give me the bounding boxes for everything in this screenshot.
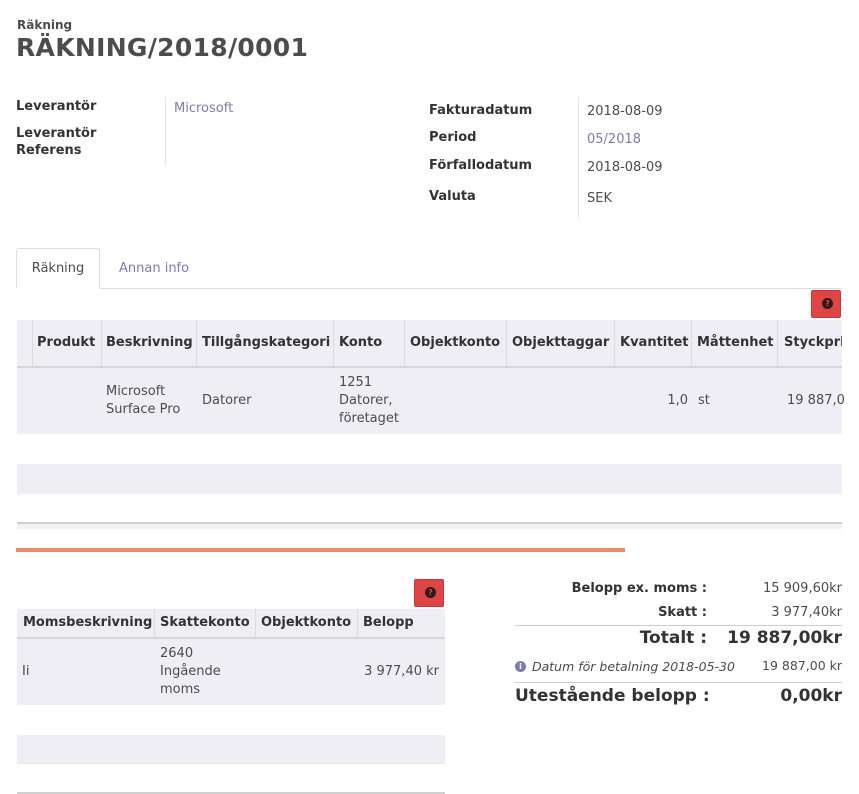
payment-line[interactable]: i Datum för betalning 2018-05-30 — [515, 658, 735, 674]
table-row-empty — [17, 494, 842, 522]
table-row-empty — [17, 434, 842, 465]
table-row-empty — [17, 735, 445, 764]
invoice-date-label: Fakturadatum — [429, 103, 533, 118]
supplier-label: Leverantör — [16, 99, 97, 114]
column-header-tax-analytic[interactable]: Objektkonto — [261, 609, 351, 637]
payment-info-label: Datum för betalning 2018-05-30 — [532, 658, 735, 674]
tab-divider — [100, 288, 842, 289]
due-date-value: 2018-08-09 — [587, 160, 663, 175]
tab-invoice[interactable]: Räkning — [16, 248, 100, 288]
help-button[interactable]: ? — [414, 579, 444, 607]
period-label: Period — [429, 130, 477, 145]
question-icon: ? — [425, 587, 436, 598]
residual-value: 0,00kr — [780, 686, 842, 706]
column-header-unit-price[interactable]: Styckpri — [784, 320, 842, 366]
currency-value: SEK — [587, 191, 612, 206]
column-header-analytic-account[interactable]: Objektkonto — [410, 320, 506, 366]
period-link[interactable]: 05/2018 — [587, 132, 641, 147]
column-header-description[interactable]: Beskrivning — [106, 320, 198, 366]
due-date-label: Förfallodatum — [429, 158, 533, 173]
payment-amount: 19 887,00 kr — [762, 658, 842, 673]
column-header-product[interactable]: Produkt — [37, 320, 117, 366]
field-divider — [578, 97, 579, 218]
table-row-empty — [17, 705, 445, 736]
page-title: RÄKNING/2018/0001 — [16, 33, 309, 62]
column-header-tax-account[interactable]: Skattekonto — [160, 609, 250, 637]
line-quantity: 1,0 — [667, 393, 688, 408]
document-type-label: Räkning — [17, 18, 73, 32]
info-icon[interactable]: i — [515, 660, 526, 672]
invoice-lines-header: Produkt Beskrivning Tillgångskategori Ko… — [17, 320, 842, 368]
column-header-account[interactable]: Konto — [339, 320, 399, 366]
divider — [515, 682, 842, 683]
line-asset-category: Datorer — [202, 393, 252, 408]
invoice-date-value: 2018-08-09 — [587, 104, 663, 119]
tax-description: Ii — [22, 664, 30, 679]
tax-account: 2640 Ingående moms — [160, 646, 221, 697]
tax-amount-value: 3 977,40kr — [771, 605, 842, 620]
line-account: 1251 Datorer, företaget — [339, 375, 399, 426]
progress-bar — [16, 548, 625, 552]
currency-label: Valuta — [429, 189, 476, 204]
tab-other-info[interactable]: Annan info — [119, 261, 189, 276]
line-uom: st — [698, 393, 710, 408]
question-icon: ? — [822, 298, 833, 309]
total-label: Totalt : — [639, 628, 707, 648]
column-header-tax-amount[interactable]: Belopp — [363, 609, 414, 637]
residual-label: Utestående belopp : — [515, 686, 710, 706]
divider — [515, 625, 842, 626]
tax-lines-header: Momsbeskrivning Skattekonto Objektkonto … — [17, 609, 445, 639]
untaxed-amount-value: 15 909,60kr — [762, 581, 842, 596]
line-unit-price: 19 887,0 — [787, 393, 845, 408]
table-footer — [17, 522, 842, 529]
untaxed-amount-label: Belopp ex. moms : — [571, 581, 707, 596]
table-row-empty — [17, 464, 842, 495]
total-value: 19 887,00kr — [727, 628, 842, 648]
tax-amount-label: Skatt : — [658, 605, 707, 620]
supplier-reference-label: Leverantör Referens — [16, 126, 96, 158]
table-row[interactable]: Ii 2640 Ingående moms 3 977,40 kr — [17, 639, 445, 705]
field-divider — [165, 97, 166, 165]
column-header-quantity[interactable]: Kvantitet — [620, 320, 694, 366]
supplier-reference-label-line2: Referens — [16, 143, 82, 158]
line-description: Microsoft Surface Pro — [106, 384, 181, 417]
help-button[interactable]: ? — [811, 290, 841, 318]
column-header-uom[interactable]: Måttenhet — [697, 320, 777, 366]
column-header-analytic-tags[interactable]: Objekttaggar — [512, 320, 612, 366]
supplier-link[interactable]: Microsoft — [174, 101, 233, 116]
column-header-tax-description[interactable]: Momsbeskrivning — [23, 609, 152, 637]
table-row[interactable]: Microsoft Surface Pro Datorer 1251 Dator… — [17, 368, 845, 434]
supplier-reference-label-line1: Leverantör — [16, 126, 97, 141]
tax-amount: 3 977,40 kr — [364, 664, 439, 679]
column-header-asset-category[interactable]: Tillgångskategori — [202, 320, 334, 366]
